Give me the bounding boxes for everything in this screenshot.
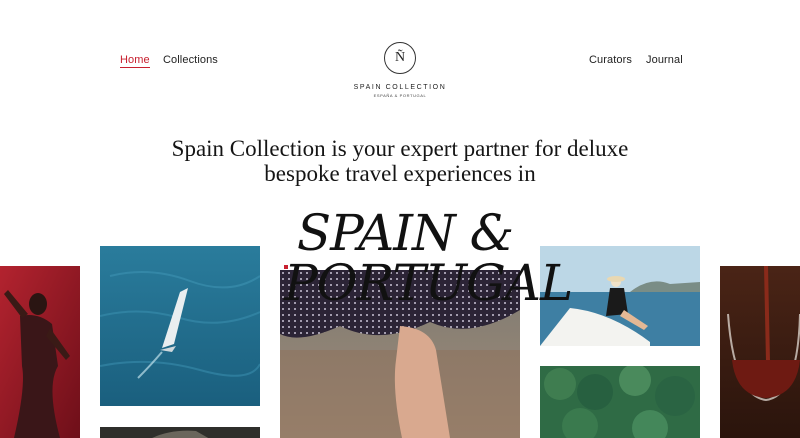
hero-headline-line2: bespoke travel experiences in [264, 161, 536, 186]
stone-photo [100, 426, 260, 438]
hero-headline: Spain Collection is your expert partner … [150, 136, 650, 186]
sailboat-photo [100, 246, 260, 406]
hero-title: SPAIN & PORTUGAL [260, 208, 573, 312]
wine-glass-photo [720, 266, 800, 438]
forest-photo [540, 366, 700, 438]
hero-headline-line1: Spain Collection is your expert partner … [171, 136, 629, 161]
hero-title-line2: PORTUGAL [284, 254, 573, 312]
nav-home-link[interactable]: Home [120, 54, 150, 68]
nav-journal-link[interactable]: Journal [646, 54, 683, 66]
logo-tagline: ESPAÑA & PORTUGAL [373, 93, 427, 98]
nav-curators-link[interactable]: Curators [589, 54, 632, 66]
logo-name: SPAIN COLLECTION [353, 84, 447, 91]
logo-monogram: Ñ [384, 42, 416, 74]
accent-dot [284, 265, 288, 269]
nav-collections-link[interactable]: Collections [163, 54, 218, 66]
brand-logo[interactable]: Ñ SPAIN COLLECTION ESPAÑA & PORTUGAL [350, 42, 450, 98]
dancer-photo [0, 266, 80, 438]
